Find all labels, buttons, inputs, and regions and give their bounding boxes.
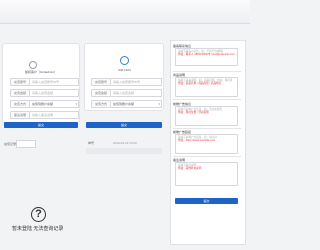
top-bar: [0, 0, 250, 24]
account-uid: UID:1324: [118, 68, 131, 72]
field-label: 充值金额: [10, 89, 30, 97]
form-row-remark: 备注说明 请输入备注说明: [10, 111, 79, 119]
records-search-input[interactable]: [16, 140, 36, 148]
form-row-account: 充值账号 请输入充值账号ID号: [91, 78, 162, 86]
field-label: 充值账号: [10, 78, 30, 86]
account-input[interactable]: 请输入充值账号ID号: [111, 78, 162, 86]
remark-input[interactable]: 请输入备注说明: [30, 111, 79, 119]
submit-button-a[interactable]: 提交: [4, 122, 78, 128]
field-label: 充值方式: [10, 100, 30, 108]
method-select[interactable]: 充值到账户余额 ▾: [111, 100, 162, 108]
account-input[interactable]: 请输入充值账号ID号: [30, 78, 79, 86]
field-label: 充值账号: [91, 78, 111, 86]
form-row-method: 充值方式 充值到账户余额 ▾: [10, 100, 79, 108]
chevron-down-icon: ▾: [75, 102, 77, 106]
form-row-amount: 充值金额 请输入充值金额: [91, 89, 162, 97]
field-label: 备注说明: [10, 111, 30, 119]
divider: [173, 156, 241, 157]
submit-button-b[interactable]: 提交: [86, 122, 162, 128]
ad-info-textarea[interactable]: 请填写前端广告信息，如：活动文案等 例如：限时优惠 / 活动说明: [175, 106, 238, 126]
side-submit-button[interactable]: 提交: [175, 198, 238, 204]
amount-input[interactable]: 请输入充值金额: [30, 89, 79, 97]
example-text: 例如：限时优惠 / 活动说明: [178, 111, 209, 115]
amount-input[interactable]: 请输入充值金额: [111, 89, 162, 97]
field-label: 充值金额: [91, 89, 111, 97]
divider: [173, 99, 241, 100]
example-text: 例如：其他补充说明: [178, 167, 202, 171]
ad-link-textarea[interactable]: 请填写前端广告链接，如：https:// 例如：https://www.exam…: [175, 134, 238, 154]
method-select[interactable]: 充值到账户余额 ▾: [30, 100, 79, 108]
order-label: 单号: [88, 141, 95, 145]
empty-state-text: 暂未登陆 无法查询记录: [12, 226, 64, 232]
divider: [173, 128, 241, 129]
question-icon: ?: [31, 207, 46, 222]
recharge-card-b: UID:1324 充值账号 请输入充值账号ID号 充值金额 请输入充值金额 充值…: [84, 43, 164, 111]
method-value: 充值到账户余额: [113, 102, 135, 106]
example-text: 例如：商品名称 / 商品用途 / 商品特点: [178, 82, 222, 86]
example-text: 例如：联系人 18812345678 / test@example.com: [178, 53, 235, 57]
mail-icon: [120, 56, 129, 65]
remark-textarea[interactable]: 请填写备注说明 例如：其他补充说明: [175, 162, 238, 186]
chevron-down-icon: ▾: [158, 102, 160, 106]
order-date: 2020-06-19 19:20: [113, 141, 137, 145]
method-value: 充值到账户余额: [32, 102, 54, 106]
recharge-card-a: 随机客户（Gridadmin） 充值账号 请输入充值账号ID号 充值金额 请输入…: [2, 43, 80, 123]
example-text: 例如：https://www.example.com: [178, 139, 216, 143]
records-table-header: [86, 148, 162, 154]
form-row-method: 充值方式 充值到账户余额 ▾: [91, 100, 162, 108]
form-row-amount: 充值金额 请输入充值金额: [10, 89, 79, 97]
divider: [173, 71, 241, 72]
records-label: 充值记录: [4, 142, 17, 146]
description-textarea[interactable]: 请填写商品说明，如：商品名称、用途、特点等 例如：商品名称 / 商品用途 / 商…: [175, 77, 238, 97]
field-label: 充值方式: [91, 100, 111, 108]
form-row-account: 充值账号 请输入充值账号ID号: [10, 78, 79, 86]
contact-textarea[interactable]: 请填写联系人信息，如：手机号码/邮箱 例如：联系人 18812345678 / …: [175, 48, 238, 66]
account-name: 随机客户（Gridadmin）: [25, 70, 57, 74]
avatar-icon: [29, 61, 37, 69]
